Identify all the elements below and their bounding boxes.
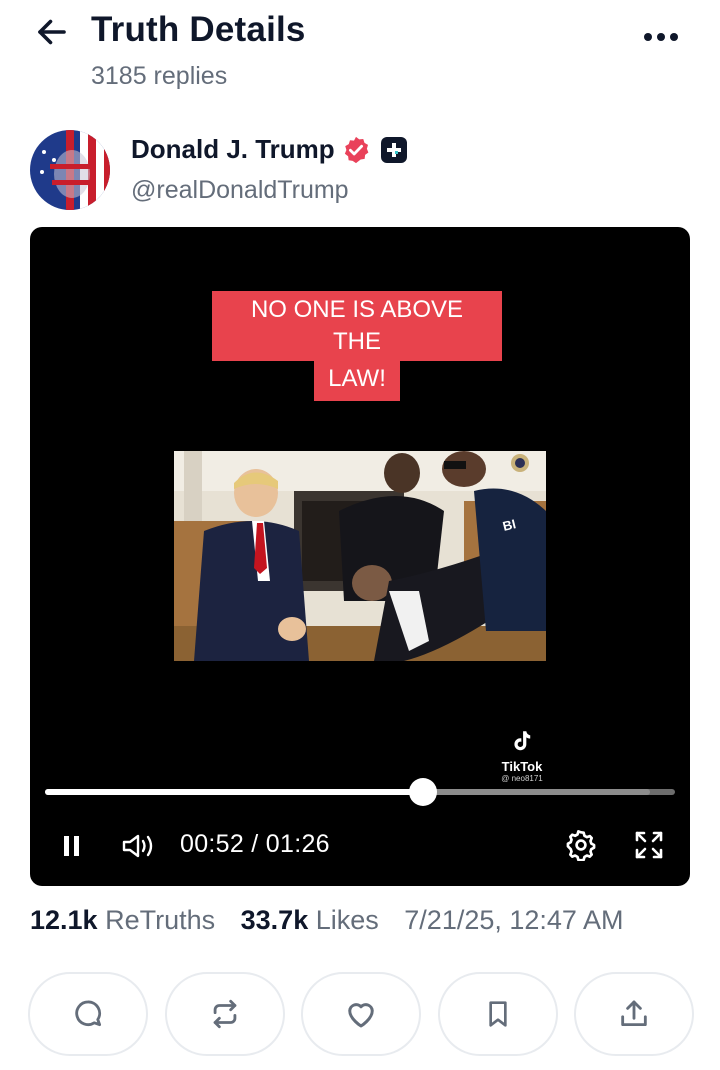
tiktok-watermark: TikTok @ neo8171 [492, 728, 552, 783]
tiktok-label: TikTok [501, 759, 543, 774]
reply-count: 3185 replies [91, 62, 228, 90]
bookmark-icon [489, 1001, 507, 1027]
reply-button[interactable] [28, 972, 148, 1056]
like-button[interactable] [301, 972, 421, 1056]
top-bar: Truth Details 3185 replies [0, 0, 720, 110]
page-title: Truth Details [91, 10, 306, 49]
fullscreen-button[interactable] [628, 824, 670, 866]
back-button[interactable] [32, 12, 72, 52]
pause-button[interactable] [52, 826, 92, 866]
likes-count[interactable]: 33.7k [241, 905, 309, 935]
more-horizontal-icon [644, 33, 678, 41]
share-icon [621, 1000, 647, 1027]
retruths-label[interactable]: ReTruths [105, 905, 215, 935]
bookmark-button[interactable] [438, 972, 558, 1056]
more-options-button[interactable] [636, 20, 686, 54]
video-progress-bar[interactable] [45, 778, 675, 806]
fullscreen-icon [635, 831, 663, 859]
arrow-left-icon [38, 19, 66, 45]
repost-icon [213, 999, 237, 1029]
avatar[interactable] [30, 130, 110, 210]
volume-icon [122, 834, 153, 858]
post-stats: 12.1k ReTruths 33.7k Likes 7/21/25, 12:4… [30, 905, 623, 936]
tiktok-logo-icon [514, 731, 531, 751]
heart-icon [348, 1003, 374, 1028]
author-name[interactable]: Donald J. Trump [131, 134, 335, 165]
retruth-button[interactable] [165, 972, 285, 1056]
truth-plus-icon [380, 136, 407, 163]
tiktok-user: @ neo8171 [501, 774, 543, 783]
post-actions [0, 972, 720, 1056]
verified-badge-icon [341, 135, 371, 165]
retruths-count[interactable]: 12.1k [30, 905, 98, 935]
video-frame: BI [174, 451, 546, 661]
pause-icon [64, 836, 79, 856]
author-row: Donald J. Trump [131, 134, 407, 165]
share-button[interactable] [574, 972, 694, 1056]
comment-icon [75, 1000, 102, 1027]
gear-icon [566, 830, 596, 861]
post-timestamp: 7/21/25, 12:47 AM [404, 905, 624, 935]
progress-fill [45, 789, 423, 795]
caption-line-2: LAW! [314, 361, 400, 401]
caption-line-1: NO ONE IS ABOVE THE [212, 291, 502, 361]
video-settings-button[interactable] [560, 824, 602, 866]
progress-scrubber-handle[interactable] [409, 778, 437, 806]
volume-button[interactable] [118, 826, 158, 866]
video-time: 00:52 / 01:26 [180, 830, 330, 858]
video-caption-overlay: NO ONE IS ABOVE THE LAW! [212, 291, 502, 401]
likes-label[interactable]: Likes [316, 905, 379, 935]
author-handle[interactable]: @realDonaldTrump [131, 176, 349, 205]
